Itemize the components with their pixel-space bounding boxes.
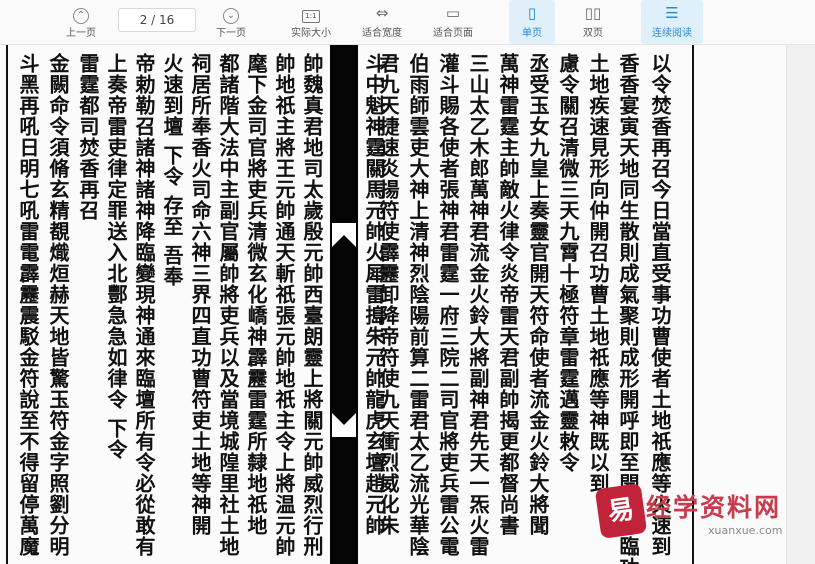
viewer-toolbar: ⌃ 上一页 2 / 16 ⌄ 下一页 1:1 实际大小 ⇔ 适合宽度 ▭ 适合页…	[0, 0, 815, 45]
actual-size-icon: 1:1	[284, 3, 338, 23]
watermark-text: 经学资料网	[646, 493, 782, 522]
text-column: 雷霆都司焚香再召	[76, 53, 100, 221]
continuous-read-label: 连续阅读	[652, 28, 692, 39]
text-column: 都諸階大法中主副官屬帥將吏兵以及當境城隍里社土地	[216, 53, 240, 557]
text-column: 三山太乙木郎萬神君流金火鈴大將副神君先天一炁火雷	[466, 53, 490, 557]
fit-page-label: 适合页面	[433, 28, 473, 39]
fit-page-icon: ▭	[445, 4, 461, 22]
prev-page-button[interactable]: ⌃ 上一页	[55, 0, 107, 44]
text-column: 斗中魁神霆關馬元帥火犀雷搗朱元帥龍虎玄壇趙元帥	[362, 53, 386, 536]
text-column: 上奏帝雷吏律定罪送入北酆急急如律令 下令	[104, 53, 128, 460]
text-column: 金闕命令須脩玄精覩熾烜赫天地皆驚玉符金字照劉分明	[46, 53, 70, 557]
page-number-input[interactable]: 2 / 16	[118, 8, 196, 32]
text-column: 麾下金司官將吏兵清微玄化嶠神霹靂雷霆所隸地祇地	[244, 53, 268, 536]
page-border-left	[6, 45, 8, 564]
text-column: 火速到壇 下令 存至 吾奉	[160, 53, 184, 287]
actual-size-label: 实际大小	[291, 28, 331, 39]
single-page-label: 单页	[522, 28, 542, 39]
next-page-label: 下一页	[216, 28, 246, 39]
double-page-icon: ▯▯	[584, 4, 602, 22]
text-column: 灌斗賜各使者張神君雷霆一府三院二司官將吏兵雷公電	[436, 53, 460, 557]
text-column: 伯雨師雲吏大神上清神烈陰陽前算二雷君太乙流光華陰	[406, 53, 430, 557]
text-column: 帥地祇主將王元帥通天斬祇張元帥地祇主令上將温元帥	[272, 53, 296, 557]
vertical-scrollbar[interactable]	[786, 45, 815, 564]
text-column: 祠居所奉香火司命六神三界四直功曹符吏土地等神開	[188, 53, 212, 536]
page-gutter	[330, 45, 358, 564]
single-page-button[interactable]: ▯ 单页	[509, 0, 555, 44]
text-column: 萬神雷霆主帥敵火律令炎帝雷天君副帥揭更都督尚書	[496, 53, 520, 536]
continuous-read-button[interactable]: ☰ 连续阅读	[641, 0, 703, 44]
fishtail-mark	[332, 223, 356, 247]
text-column: 慮令關召清微三天九霄十極符章雷霆邁靈敕令	[556, 53, 580, 473]
text-column: 帥魏真君地司太歲殷元帥西臺朗靈上將關元帥威烈行刑	[300, 53, 324, 557]
double-page-button[interactable]: ▯▯ 双页	[570, 0, 616, 44]
continuous-read-icon: ☰	[665, 4, 679, 22]
text-column: 帝勅勒召諸神諸神降臨變現神通來臨壇所有令必從敢有	[132, 53, 156, 557]
fishtail-mark	[332, 413, 356, 437]
fit-width-button[interactable]: ⇔ 适合宽度	[355, 0, 409, 44]
single-page-icon: ▯	[527, 4, 537, 22]
fit-width-icon: ⇔	[375, 4, 389, 22]
double-page-label: 双页	[583, 28, 603, 39]
site-watermark: 易 经学资料网 xuanxue.com	[588, 478, 788, 548]
chevron-up-icon: ⌃	[55, 3, 107, 24]
prev-page-label: 上一页	[66, 28, 96, 39]
actual-size-button[interactable]: 1:1 实际大小	[284, 0, 338, 44]
text-column: 土地疾速見形向仲開召功曹土地祇應等神既以到	[586, 53, 610, 494]
fit-page-button[interactable]: ▭ 适合页面	[426, 0, 480, 44]
next-page-button[interactable]: ⌄ 下一页	[205, 0, 257, 44]
chevron-down-icon: ⌄	[205, 3, 257, 24]
text-column: 斗黑再吼日明七吼雷電霹靂震駁金符說至不得留停萬魔	[16, 53, 40, 557]
watermark-logo: 易	[594, 483, 648, 539]
text-column: 丞受玉女九皇上奏靈官開天符命使者流金火鈴大將聞	[526, 53, 550, 536]
watermark-url: xuanxue.com	[708, 524, 783, 537]
fit-width-label: 适合宽度	[362, 28, 402, 39]
